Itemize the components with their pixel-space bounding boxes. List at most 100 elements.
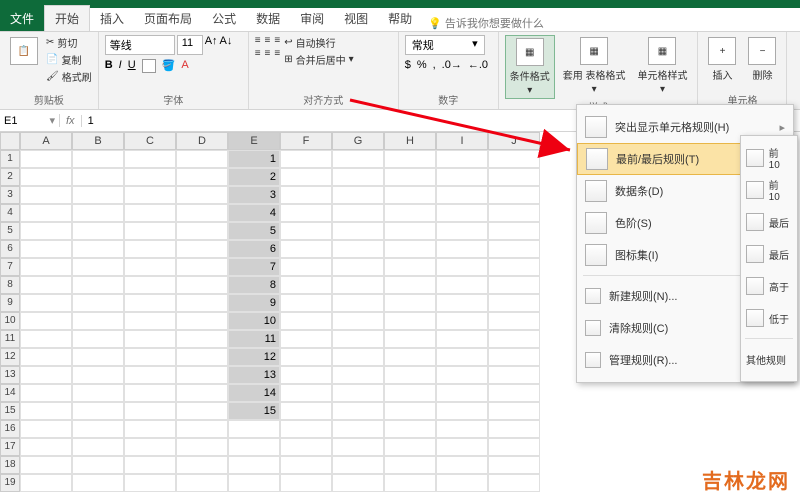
cell[interactable]: [72, 150, 124, 168]
cell[interactable]: [332, 348, 384, 366]
cell[interactable]: [280, 384, 332, 402]
cell[interactable]: [488, 402, 540, 420]
submenu-bottom-percent[interactable]: 最后: [741, 238, 797, 270]
format-painter-button[interactable]: 🖌 格式刷: [46, 69, 92, 84]
cell[interactable]: [384, 294, 436, 312]
increase-font-icon[interactable]: A↑: [205, 35, 218, 55]
cell[interactable]: [280, 240, 332, 258]
cell[interactable]: [72, 474, 124, 492]
cell[interactable]: [72, 384, 124, 402]
cell[interactable]: [332, 240, 384, 258]
cell[interactable]: 5: [228, 222, 280, 240]
cell[interactable]: [384, 312, 436, 330]
align-right-icon[interactable]: ≡: [274, 48, 280, 59]
cell[interactable]: [228, 456, 280, 474]
cell[interactable]: 6: [228, 240, 280, 258]
row-header[interactable]: 2: [0, 168, 20, 186]
cell[interactable]: [124, 186, 176, 204]
cell[interactable]: [124, 474, 176, 492]
row-header[interactable]: 15: [0, 402, 20, 420]
row-header[interactable]: 19: [0, 474, 20, 492]
cell[interactable]: [332, 186, 384, 204]
bold-button[interactable]: B: [105, 59, 113, 73]
col-header[interactable]: J: [488, 132, 540, 150]
cell[interactable]: [124, 222, 176, 240]
cell[interactable]: [384, 438, 436, 456]
cell[interactable]: [124, 456, 176, 474]
cell[interactable]: [176, 258, 228, 276]
cell[interactable]: 15: [228, 402, 280, 420]
submenu-top10-items[interactable]: 前 10: [741, 142, 797, 174]
row-header[interactable]: 13: [0, 366, 20, 384]
cell[interactable]: [124, 402, 176, 420]
cell[interactable]: [384, 222, 436, 240]
cell[interactable]: [384, 402, 436, 420]
cell[interactable]: [280, 294, 332, 312]
cell[interactable]: [20, 330, 72, 348]
cell[interactable]: 3: [228, 186, 280, 204]
align-center-icon[interactable]: ≡: [265, 48, 271, 59]
cell[interactable]: 7: [228, 258, 280, 276]
cell[interactable]: [124, 366, 176, 384]
cell[interactable]: [488, 456, 540, 474]
row-header[interactable]: 9: [0, 294, 20, 312]
cell[interactable]: [280, 456, 332, 474]
cell[interactable]: [228, 474, 280, 492]
currency-icon[interactable]: $: [405, 59, 411, 71]
fill-color-icon[interactable]: 🪣: [162, 59, 176, 73]
cell[interactable]: [332, 456, 384, 474]
cell[interactable]: [72, 402, 124, 420]
cell[interactable]: [20, 294, 72, 312]
cell[interactable]: [72, 204, 124, 222]
cell[interactable]: 12: [228, 348, 280, 366]
tab-home[interactable]: 开始: [44, 5, 90, 31]
col-header[interactable]: H: [384, 132, 436, 150]
cell[interactable]: [124, 294, 176, 312]
cell[interactable]: [384, 276, 436, 294]
cell[interactable]: [488, 240, 540, 258]
row-header[interactable]: 6: [0, 240, 20, 258]
cell[interactable]: 10: [228, 312, 280, 330]
cell[interactable]: [176, 348, 228, 366]
cell[interactable]: [436, 420, 488, 438]
cell[interactable]: [72, 186, 124, 204]
font-name-select[interactable]: 等线: [105, 35, 175, 55]
cut-button[interactable]: ✂ 剪切: [46, 35, 92, 50]
cell[interactable]: [436, 366, 488, 384]
cell[interactable]: [280, 186, 332, 204]
cell[interactable]: [384, 240, 436, 258]
paste-button[interactable]: 📋: [6, 35, 42, 67]
cell[interactable]: [488, 348, 540, 366]
cell[interactable]: [20, 420, 72, 438]
merge-center-button[interactable]: ⊞ 合并后居中 ▾: [284, 52, 353, 67]
cell[interactable]: [176, 330, 228, 348]
cell[interactable]: 11: [228, 330, 280, 348]
cell[interactable]: 4: [228, 204, 280, 222]
cell[interactable]: [20, 222, 72, 240]
cell[interactable]: [332, 366, 384, 384]
cell[interactable]: [72, 222, 124, 240]
cell[interactable]: [124, 348, 176, 366]
cell[interactable]: [20, 402, 72, 420]
col-header[interactable]: C: [124, 132, 176, 150]
row-header[interactable]: 16: [0, 420, 20, 438]
cell[interactable]: [20, 438, 72, 456]
cell[interactable]: [176, 438, 228, 456]
cell[interactable]: 8: [228, 276, 280, 294]
font-size-select[interactable]: 11: [177, 35, 203, 55]
cell[interactable]: [176, 240, 228, 258]
dec-decimal-icon[interactable]: ←.0: [468, 59, 488, 71]
cell[interactable]: [280, 420, 332, 438]
cell-styles-button[interactable]: ▦单元格样式▾: [633, 35, 691, 97]
cell[interactable]: [488, 330, 540, 348]
cell[interactable]: [436, 312, 488, 330]
cell[interactable]: [436, 222, 488, 240]
row-header[interactable]: 1: [0, 150, 20, 168]
cell[interactable]: [436, 438, 488, 456]
cell[interactable]: [72, 168, 124, 186]
cell[interactable]: [488, 204, 540, 222]
cell[interactable]: [124, 420, 176, 438]
tab-layout[interactable]: 页面布局: [134, 6, 202, 31]
cell[interactable]: [176, 294, 228, 312]
cell[interactable]: [280, 366, 332, 384]
